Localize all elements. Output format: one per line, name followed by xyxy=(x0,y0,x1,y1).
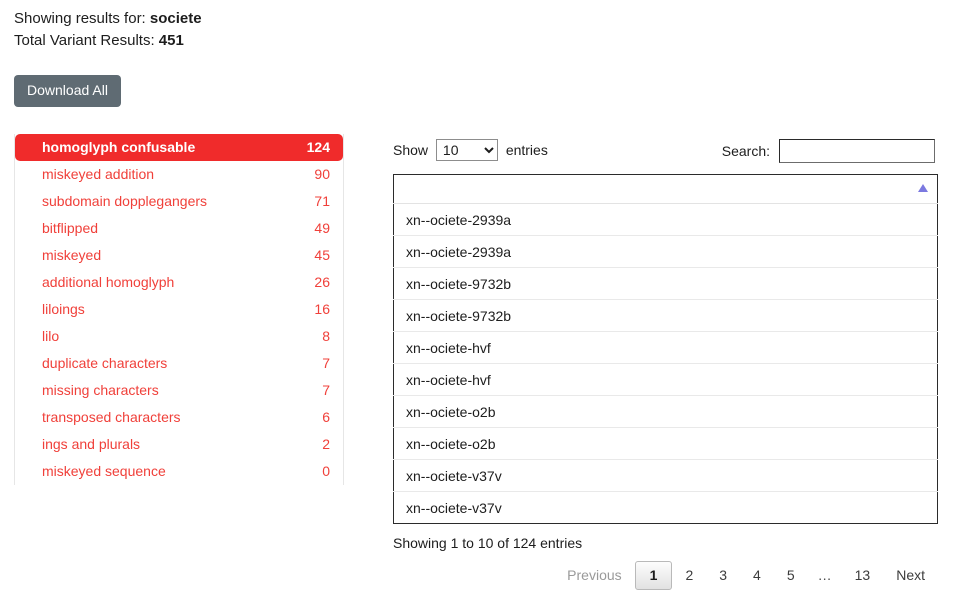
column-header-domain[interactable] xyxy=(394,175,938,204)
table-row[interactable]: xn--ociete-9732b xyxy=(394,300,938,332)
table-row[interactable]: xn--ociete-v37v xyxy=(394,460,938,492)
variant-results-table: xn--ociete-2939axn--ociete-2939axn--ocie… xyxy=(393,174,938,524)
sidebar-item-label: missing characters xyxy=(42,383,159,398)
sidebar-item-miskeyed-sequence[interactable]: miskeyed sequence 0 xyxy=(15,458,343,485)
search-label: Search: xyxy=(722,143,770,159)
pagination-page-5[interactable]: 5 xyxy=(774,561,808,590)
table-cell-domain: xn--ociete-hvf xyxy=(394,364,938,396)
table-head xyxy=(394,175,938,204)
sidebar-item-count: 2 xyxy=(322,437,330,452)
search-control: Search: xyxy=(722,139,935,163)
sidebar-item-count: 16 xyxy=(314,302,330,317)
sidebar-item-label: miskeyed addition xyxy=(42,167,154,182)
table-cell-domain: xn--ociete-o2b xyxy=(394,396,938,428)
sidebar-item-label: liloings xyxy=(42,302,85,317)
download-all-button[interactable]: Download All xyxy=(14,75,121,107)
sidebar-item-label: bitflipped xyxy=(42,221,98,236)
showing-results-prefix: Showing results for: xyxy=(14,10,150,27)
pagination-page-4[interactable]: 4 xyxy=(740,561,774,590)
table-row[interactable]: xn--ociete-v37v xyxy=(394,492,938,524)
search-input[interactable] xyxy=(779,139,935,163)
sidebar-item-count: 90 xyxy=(314,167,330,182)
sidebar-item-count: 7 xyxy=(322,356,330,371)
sidebar-item-liloings[interactable]: liloings 16 xyxy=(15,296,343,323)
page-length-control: Show 102550100 entries xyxy=(393,139,548,161)
pagination-page-13[interactable]: 13 xyxy=(842,561,884,590)
sidebar-item-duplicate-characters[interactable]: duplicate characters 7 xyxy=(15,350,343,377)
table-controls: Show 102550100 entries Search: xyxy=(393,134,938,168)
table-cell-domain: xn--ociete-hvf xyxy=(394,332,938,364)
sidebar-item-count: 0 xyxy=(322,464,330,479)
table-cell-domain: xn--ociete-9732b xyxy=(394,300,938,332)
sidebar-item-count: 7 xyxy=(322,383,330,398)
table-cell-domain: xn--ociete-2939a xyxy=(394,204,938,236)
sidebar-item-count: 45 xyxy=(314,248,330,263)
entries-label: entries xyxy=(506,142,548,158)
results-panel: Show 102550100 entries Search: xn--ociet… xyxy=(393,134,938,590)
sidebar-item-label: additional homoglyph xyxy=(42,275,174,290)
total-variant-results-line: Total Variant Results: 451 xyxy=(14,30,614,52)
sidebar-item-label: transposed characters xyxy=(42,410,181,425)
sidebar-item-count: 71 xyxy=(314,194,330,209)
sidebar-item-label: homoglyph confusable xyxy=(42,140,195,155)
sidebar-item-transposed-characters[interactable]: transposed characters 6 xyxy=(15,404,343,431)
pagination-page-2[interactable]: 2 xyxy=(672,561,706,590)
table-info: Showing 1 to 10 of 124 entries xyxy=(393,535,938,551)
table-header-row xyxy=(394,175,938,204)
sidebar-item-additional-homoglyph[interactable]: additional homoglyph 26 xyxy=(15,269,343,296)
sidebar-item-bitflipped[interactable]: bitflipped 49 xyxy=(15,215,343,242)
sidebar-item-homoglyph-confusable[interactable]: homoglyph confusable 124 xyxy=(15,134,343,161)
sidebar-item-missing-characters[interactable]: missing characters 7 xyxy=(15,377,343,404)
total-variant-results-prefix: Total Variant Results: xyxy=(14,32,159,49)
table-cell-domain: xn--ociete-v37v xyxy=(394,460,938,492)
sort-ascending-icon xyxy=(918,184,928,192)
sidebar-item-lilo[interactable]: lilo 8 xyxy=(15,323,343,350)
results-header: Showing results for: societe Total Varia… xyxy=(14,8,614,52)
pagination-previous-button: Previous xyxy=(554,561,634,590)
sidebar-item-label: ings and plurals xyxy=(42,437,140,452)
showing-results-line: Showing results for: societe xyxy=(14,8,614,30)
sidebar-item-label: miskeyed sequence xyxy=(42,464,166,479)
sidebar-item-subdomain-dopplegangers[interactable]: subdomain dopplegangers 71 xyxy=(15,188,343,215)
show-label: Show xyxy=(393,142,428,158)
pagination-next-button[interactable]: Next xyxy=(883,561,938,590)
table-cell-domain: xn--ociete-2939a xyxy=(394,236,938,268)
table-row[interactable]: xn--ociete-o2b xyxy=(394,428,938,460)
sidebar-item-count: 49 xyxy=(314,221,330,236)
search-query-term: societe xyxy=(150,10,202,27)
sidebar-item-label: subdomain dopplegangers xyxy=(42,194,207,209)
sidebar-item-miskeyed-addition[interactable]: miskeyed addition 90 xyxy=(15,161,343,188)
table-row[interactable]: xn--ociete-2939a xyxy=(394,204,938,236)
table-row[interactable]: xn--ociete-hvf xyxy=(394,332,938,364)
pagination-page-1[interactable]: 1 xyxy=(635,561,673,590)
page-length-select[interactable]: 102550100 xyxy=(436,139,498,161)
sidebar-item-count: 8 xyxy=(322,329,330,344)
variant-category-sidebar: homoglyph confusable 124 miskeyed addition… xyxy=(14,134,344,485)
total-variant-results-count: 451 xyxy=(159,32,184,49)
table-row[interactable]: xn--ociete-hvf xyxy=(394,364,938,396)
sidebar-item-count: 26 xyxy=(314,275,330,290)
table-row[interactable]: xn--ociete-o2b xyxy=(394,396,938,428)
table-cell-domain: xn--ociete-o2b xyxy=(394,428,938,460)
sidebar-item-ings-and-plurals[interactable]: ings and plurals 2 xyxy=(15,431,343,458)
pagination-page-3[interactable]: 3 xyxy=(706,561,740,590)
table-row[interactable]: xn--ociete-2939a xyxy=(394,236,938,268)
sidebar-item-label: duplicate characters xyxy=(42,356,167,371)
table-cell-domain: xn--ociete-v37v xyxy=(394,492,938,524)
table-row[interactable]: xn--ociete-9732b xyxy=(394,268,938,300)
sidebar-item-miskeyed[interactable]: miskeyed 45 xyxy=(15,242,343,269)
pagination-ellipsis: … xyxy=(808,561,842,590)
sidebar-item-count: 124 xyxy=(307,140,330,155)
table-body: xn--ociete-2939axn--ociete-2939axn--ocie… xyxy=(394,204,938,524)
sidebar-item-count: 6 xyxy=(322,410,330,425)
pagination: Previous12345…13Next xyxy=(393,561,938,590)
table-cell-domain: xn--ociete-9732b xyxy=(394,268,938,300)
sidebar-item-label: miskeyed xyxy=(42,248,101,263)
sidebar-item-label: lilo xyxy=(42,329,59,344)
